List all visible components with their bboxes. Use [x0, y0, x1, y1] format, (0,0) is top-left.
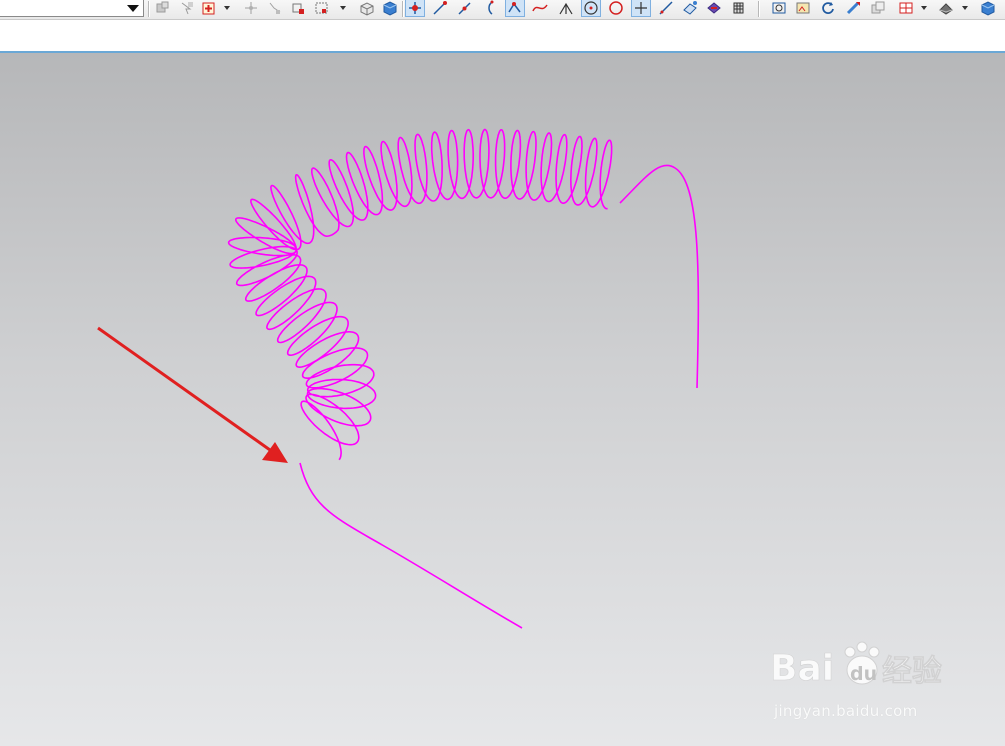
grid-icon[interactable]: [730, 0, 748, 16]
rotate-icon[interactable]: [819, 0, 837, 16]
guide-curve-upper[interactable]: [619, 164, 700, 389]
box-render-icon[interactable]: [313, 0, 331, 16]
cube-icon[interactable]: [358, 0, 376, 16]
line-end-icon[interactable]: [431, 0, 449, 16]
selection-filter-dropdown[interactable]: [0, 0, 144, 17]
brand-cjk: 经验: [882, 654, 942, 689]
toolbar-separator: [402, 1, 404, 17]
toolbar-separator: [758, 1, 760, 17]
point-icon[interactable]: [242, 0, 260, 16]
chevron-down-icon[interactable]: [127, 5, 139, 12]
main-toolbar: [0, 0, 1005, 20]
view-cube-icon[interactable]: [381, 0, 399, 16]
guide-curve-lower[interactable]: [299, 462, 523, 629]
point-on-curve-icon[interactable]: [631, 0, 651, 17]
image-icon[interactable]: [794, 0, 812, 16]
ribbon-secondary-bar: [0, 20, 1005, 53]
center-icon[interactable]: [581, 0, 601, 17]
brand-latin-2: du: [850, 663, 877, 685]
face-icon[interactable]: [681, 0, 699, 16]
line-mid-icon[interactable]: [456, 0, 474, 16]
red-arrow-annotation: [97, 326, 288, 463]
chevron-down-icon[interactable]: [224, 6, 230, 10]
line-tangent-icon[interactable]: [657, 0, 675, 16]
spline-icon[interactable]: [531, 0, 549, 16]
quadrant-icon[interactable]: [607, 0, 625, 16]
edit-icon[interactable]: [705, 0, 723, 16]
baidu-logo: Bai du 经验: [770, 641, 942, 689]
chevron-down-icon[interactable]: [962, 6, 968, 10]
baidu-watermark: Bai du 经验 jingyan.baidu.com: [770, 638, 960, 726]
view-cube-icon[interactable]: [979, 0, 997, 16]
select-box-icon[interactable]: [289, 0, 307, 16]
filter-icon[interactable]: [154, 0, 172, 16]
shade-icon[interactable]: [937, 0, 955, 16]
snap-all-icon[interactable]: [405, 0, 425, 17]
chevron-down-icon[interactable]: [340, 6, 346, 10]
intersect-icon[interactable]: [557, 0, 575, 16]
layout-icon[interactable]: [897, 0, 915, 16]
chevron-down-icon[interactable]: [921, 6, 927, 10]
render-icon[interactable]: [869, 0, 887, 16]
fit-view-icon[interactable]: [770, 0, 788, 16]
snap-point-icon[interactable]: [200, 0, 218, 16]
control-point-icon[interactable]: [505, 0, 525, 17]
move-icon[interactable]: [266, 0, 284, 16]
helix-spring-curve[interactable]: [227, 128, 613, 461]
pan-icon[interactable]: [845, 0, 863, 16]
watermark-url: jingyan.baidu.com: [774, 702, 918, 720]
helix-coil[interactable]: [227, 128, 613, 461]
curve-icon[interactable]: [482, 0, 500, 16]
brand-latin-1: Bai: [770, 648, 834, 689]
toolbar-separator: [148, 1, 150, 17]
graphics-viewport[interactable]: Bai du 经验 jingyan.baidu.com: [0, 53, 1005, 746]
pick-icon[interactable]: [178, 0, 196, 16]
